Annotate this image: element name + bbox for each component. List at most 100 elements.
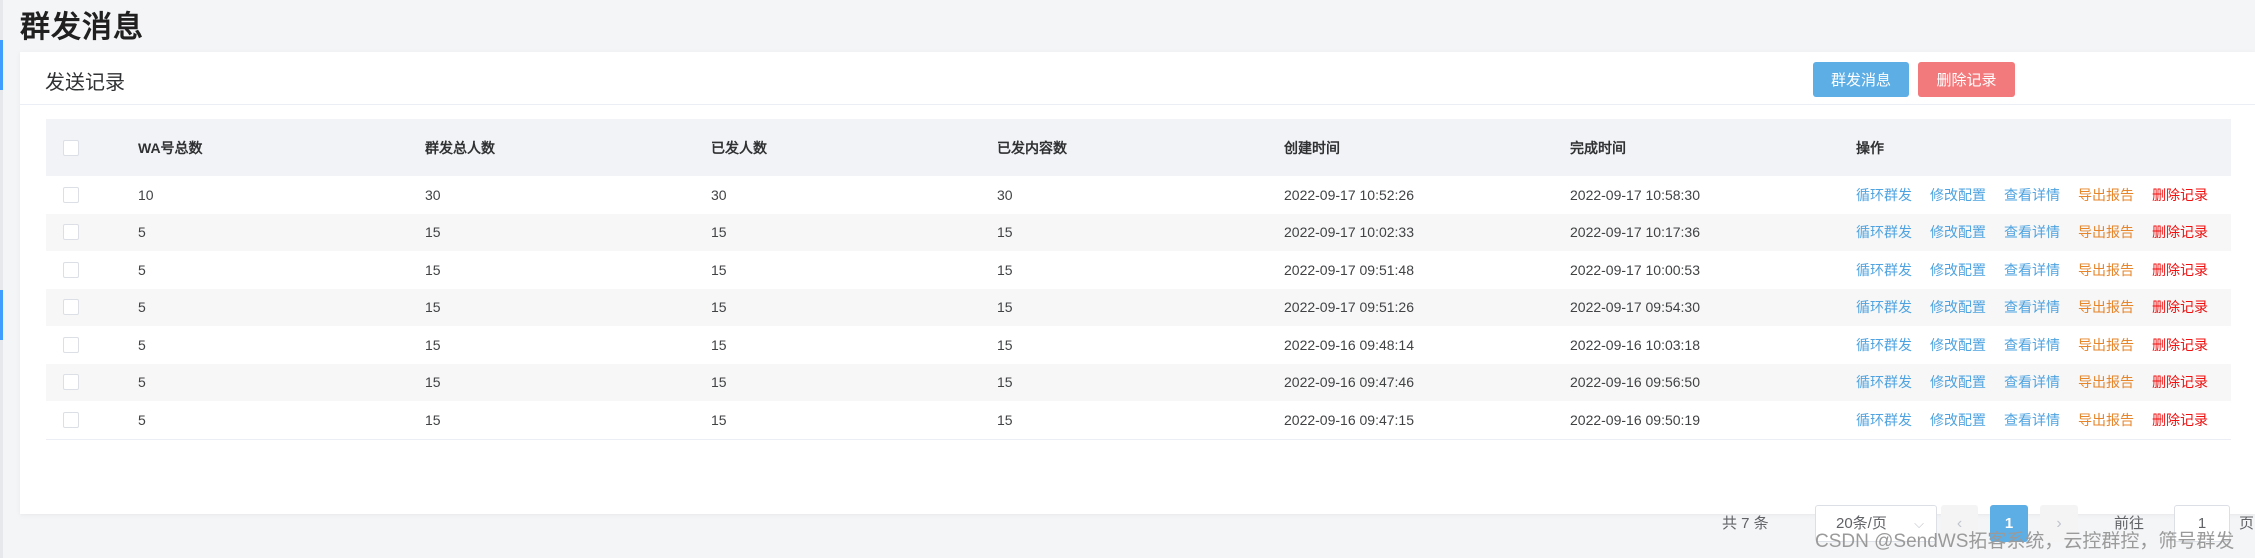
column-header: 操作 [1856,139,1884,156]
edit-config-link[interactable]: 修改配置 [1930,260,1986,280]
mass-send-button[interactable]: 群发消息 [1813,62,1909,97]
table-row: 5 15 15 15 2022-09-16 09:48:14 2022-09-16 10:… [46,326,2231,364]
select-all-checkbox[interactable] [63,139,79,156]
row-actions: 循环群发 修改配置 查看详情 导出报告 删除记录 [1856,289,2226,327]
loop-send-link[interactable]: 循环群发 [1856,410,1912,430]
table-cell: 2022-09-16 09:56:50 [1570,374,1700,391]
loop-send-link[interactable]: 循环群发 [1856,260,1912,280]
table-cell: 15 [997,411,1013,428]
export-report-link[interactable]: 导出报告 [2078,297,2134,317]
row-checkbox[interactable] [63,224,79,241]
loop-send-link[interactable]: 循环群发 [1856,372,1912,392]
table-row: 5 15 15 15 2022-09-17 09:51:26 2022-09-17 09:… [46,288,2231,327]
edit-config-link[interactable]: 修改配置 [1930,297,1986,317]
delete-record-link[interactable]: 删除记录 [2152,372,2208,392]
view-details-link[interactable]: 查看详情 [2004,372,2060,392]
table-cell: 2022-09-16 09:50:19 [1570,411,1700,428]
row-checkbox[interactable] [63,374,79,391]
table-cell: 15 [425,336,441,353]
edit-config-link[interactable]: 修改配置 [1930,222,1986,242]
row-checkbox[interactable] [63,411,79,428]
delete-record-link[interactable]: 删除记录 [2152,335,2208,355]
table-cell: 5 [138,299,146,316]
row-actions: 循环群发 修改配置 查看详情 导出报告 删除记录 [1856,251,2226,289]
export-report-link[interactable]: 导出报告 [2078,335,2134,355]
column-header: 已发人数 [711,139,767,156]
delete-record-link[interactable]: 删除记录 [2152,222,2208,242]
table-cell: 5 [138,336,146,353]
loop-send-link[interactable]: 循环群发 [1856,297,1912,317]
delete-record-link[interactable]: 删除记录 [2152,260,2208,280]
table-cell: 2022-09-16 09:47:15 [1284,411,1414,428]
table-cell: 15 [425,261,441,278]
table-row: 10 30 30 30 2022-09-17 10:52:26 2022-09-17 10… [46,176,2231,214]
table-cell: 2022-09-16 09:47:46 [1284,374,1414,391]
loop-send-link[interactable]: 循环群发 [1856,185,1912,205]
table-cell: 15 [425,411,441,428]
export-report-link[interactable]: 导出报告 [2078,222,2134,242]
view-details-link[interactable]: 查看详情 [2004,335,2060,355]
edit-config-link[interactable]: 修改配置 [1930,410,1986,430]
records-card: 发送记录 群发消息 删除记录 WA号总数 群发总人数 已发人数 已发内容数 创建… [20,52,2255,542]
records-table: WA号总数 群发总人数 已发人数 已发内容数 创建时间 完成时间 操作 10 30… [46,119,2231,440]
table-cell: 2022-09-17 09:51:48 [1284,261,1414,278]
table-cell: 5 [138,224,146,241]
view-details-link[interactable]: 查看详情 [2004,222,2060,242]
table-cell: 15 [997,336,1013,353]
export-report-link[interactable]: 导出报告 [2078,185,2134,205]
table-cell: 2022-09-17 10:00:53 [1570,261,1700,278]
table-cell: 15 [997,261,1013,278]
delete-record-link[interactable]: 删除记录 [2152,410,2208,430]
delete-record-link[interactable]: 删除记录 [2152,297,2208,317]
row-checkbox[interactable] [63,299,79,316]
table-row: 5 15 15 15 2022-09-17 10:02:33 2022-09-17 10:… [46,213,2231,252]
row-actions: 循环群发 修改配置 查看详情 导出报告 删除记录 [1856,401,2226,439]
table-cell: 30 [711,186,727,203]
export-report-link[interactable]: 导出报告 [2078,260,2134,280]
sidebar-active-marker [0,290,3,340]
loop-send-link[interactable]: 循环群发 [1856,222,1912,242]
table-cell: 2022-09-16 10:03:18 [1570,336,1700,353]
edit-config-link[interactable]: 修改配置 [1930,335,1986,355]
table-cell: 15 [997,224,1013,241]
table-cell: 15 [425,299,441,316]
row-actions: 循环群发 修改配置 查看详情 导出报告 删除记录 [1856,214,2226,252]
column-header: WA号总数 [138,139,203,156]
table-cell: 30 [425,186,441,203]
table-cell: 15 [997,299,1013,316]
view-details-link[interactable]: 查看详情 [2004,185,2060,205]
page-unit-label: 页 [2239,515,2255,532]
delete-records-button[interactable]: 删除记录 [1918,62,2015,97]
edit-config-link[interactable]: 修改配置 [1930,372,1986,392]
table-cell: 2022-09-17 10:02:33 [1284,224,1414,241]
table-cell: 30 [997,186,1013,203]
table-cell: 15 [711,411,727,428]
edit-config-link[interactable]: 修改配置 [1930,185,1986,205]
sidebar-active-marker [0,40,3,90]
column-header: 创建时间 [1284,139,1340,156]
table-header-row: WA号总数 群发总人数 已发人数 已发内容数 创建时间 完成时间 操作 [46,119,2231,176]
column-header: 完成时间 [1570,139,1626,156]
view-details-link[interactable]: 查看详情 [2004,297,2060,317]
table-cell: 15 [711,299,727,316]
view-details-link[interactable]: 查看详情 [2004,260,2060,280]
column-header: 已发内容数 [997,139,1067,156]
row-checkbox[interactable] [63,261,79,278]
row-checkbox[interactable] [63,336,79,353]
delete-record-link[interactable]: 删除记录 [2152,185,2208,205]
page-title: 群发消息 [20,11,144,44]
table-bottom-border [46,438,2231,440]
row-actions: 循环群发 修改配置 查看详情 导出报告 删除记录 [1856,364,2226,402]
export-report-link[interactable]: 导出报告 [2078,410,2134,430]
table-cell: 15 [711,261,727,278]
table-cell: 15 [425,224,441,241]
column-header: 群发总人数 [425,139,495,156]
view-details-link[interactable]: 查看详情 [2004,410,2060,430]
row-checkbox[interactable] [63,186,79,203]
loop-send-link[interactable]: 循环群发 [1856,335,1912,355]
table-cell: 15 [711,224,727,241]
export-report-link[interactable]: 导出报告 [2078,372,2134,392]
table-cell: 15 [711,374,727,391]
table-cell: 15 [997,374,1013,391]
table-cell: 2022-09-17 10:17:36 [1570,224,1700,241]
